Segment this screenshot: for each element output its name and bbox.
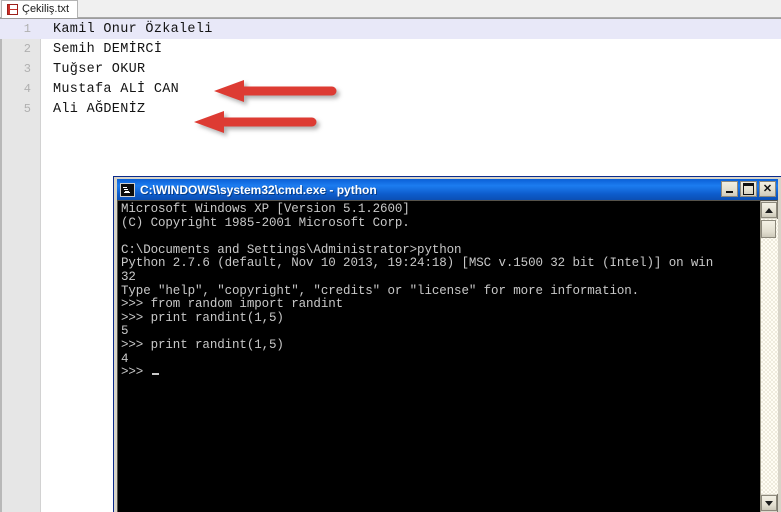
line-text: Ali AĞDENİZ [53,101,146,117]
line-number: 5 [23,102,31,116]
red-arrow-left-icon [194,111,317,133]
console-line: Type "help", "copyright", "credits" or "… [121,283,640,298]
cmd-window[interactable]: C:\WINDOWS\system32\cmd.exe - python ✕ M… [113,176,781,512]
console-prompt-line: >>> [121,365,760,380]
line-number: 3 [23,62,31,76]
scroll-down-button[interactable] [761,495,777,511]
line-number: 1 [23,22,31,36]
console-cursor [151,373,159,376]
line-text: Kamil Onur Özkaleli [53,21,213,37]
close-button[interactable]: ✕ [759,181,776,197]
line-text: Semih DEMİRCİ [53,41,163,57]
cmd-screen-wrapper: Microsoft Windows XP [Version 5.1.2600] … [117,200,778,512]
console-line: C:\Documents and Settings\Administrator>… [121,242,462,257]
minimize-button[interactable] [721,181,738,197]
console-line: 32 [121,269,136,284]
editor-tabstrip: Çekiliş.txt [0,0,781,18]
console-line: 4 [121,351,129,366]
scroll-up-button[interactable] [761,202,777,218]
tab-label: Çekiliş.txt [22,3,70,15]
scrollbar-track[interactable] [760,219,778,494]
code-line-3[interactable]: 3 Tuğser OKUR [0,59,781,79]
console-line: >>> print randint(1,5) [121,337,284,352]
cmd-window-title: C:\WINDOWS\system32\cmd.exe - python [140,182,377,197]
code-line-5[interactable]: 5 Ali AĞDENİZ [0,99,781,119]
tab-cekilis-txt[interactable]: Çekiliş.txt [1,0,79,18]
console-line: (C) Copyright 1985-2001 Microsoft Corp. [121,215,410,230]
chevron-up-icon [765,207,773,213]
console-vertical-scrollbar[interactable] [760,201,778,512]
code-line-1[interactable]: 1 Kamil Onur Özkaleli [0,19,781,39]
line-number: 2 [23,42,31,56]
chevron-down-icon [765,500,773,506]
line-number: 4 [23,82,31,96]
line-text: Mustafa ALİ CAN [53,81,180,97]
floppy-save-icon [7,4,18,15]
console-prompt: >>> [121,365,151,380]
cmd-console-icon [120,182,135,197]
window-controls: ✕ [721,181,776,197]
line-text: Tuğser OKUR [53,61,146,77]
code-line-2[interactable]: 2 Semih DEMİRCİ [0,39,781,59]
maximize-button[interactable] [740,181,757,197]
scrollbar-thumb[interactable] [761,220,776,238]
console-line: 5 [121,324,129,339]
red-arrow-left-icon [214,80,337,102]
console-line: >>> from random import randint [121,297,344,312]
cmd-titlebar[interactable]: C:\WINDOWS\system32\cmd.exe - python ✕ [117,179,778,200]
console-line: >>> print randint(1,5) [121,310,284,325]
console-line: Python 2.7.6 (default, Nov 10 2013, 19:2… [121,256,714,271]
code-line-4[interactable]: 4 Mustafa ALİ CAN [0,79,781,99]
cmd-console-output[interactable]: Microsoft Windows XP [Version 5.1.2600] … [118,201,760,512]
app-root: Çekiliş.txt 1 Kamil Onur Özkaleli 2 Semi… [0,0,781,512]
console-line: Microsoft Windows XP [Version 5.1.2600] [121,202,410,216]
